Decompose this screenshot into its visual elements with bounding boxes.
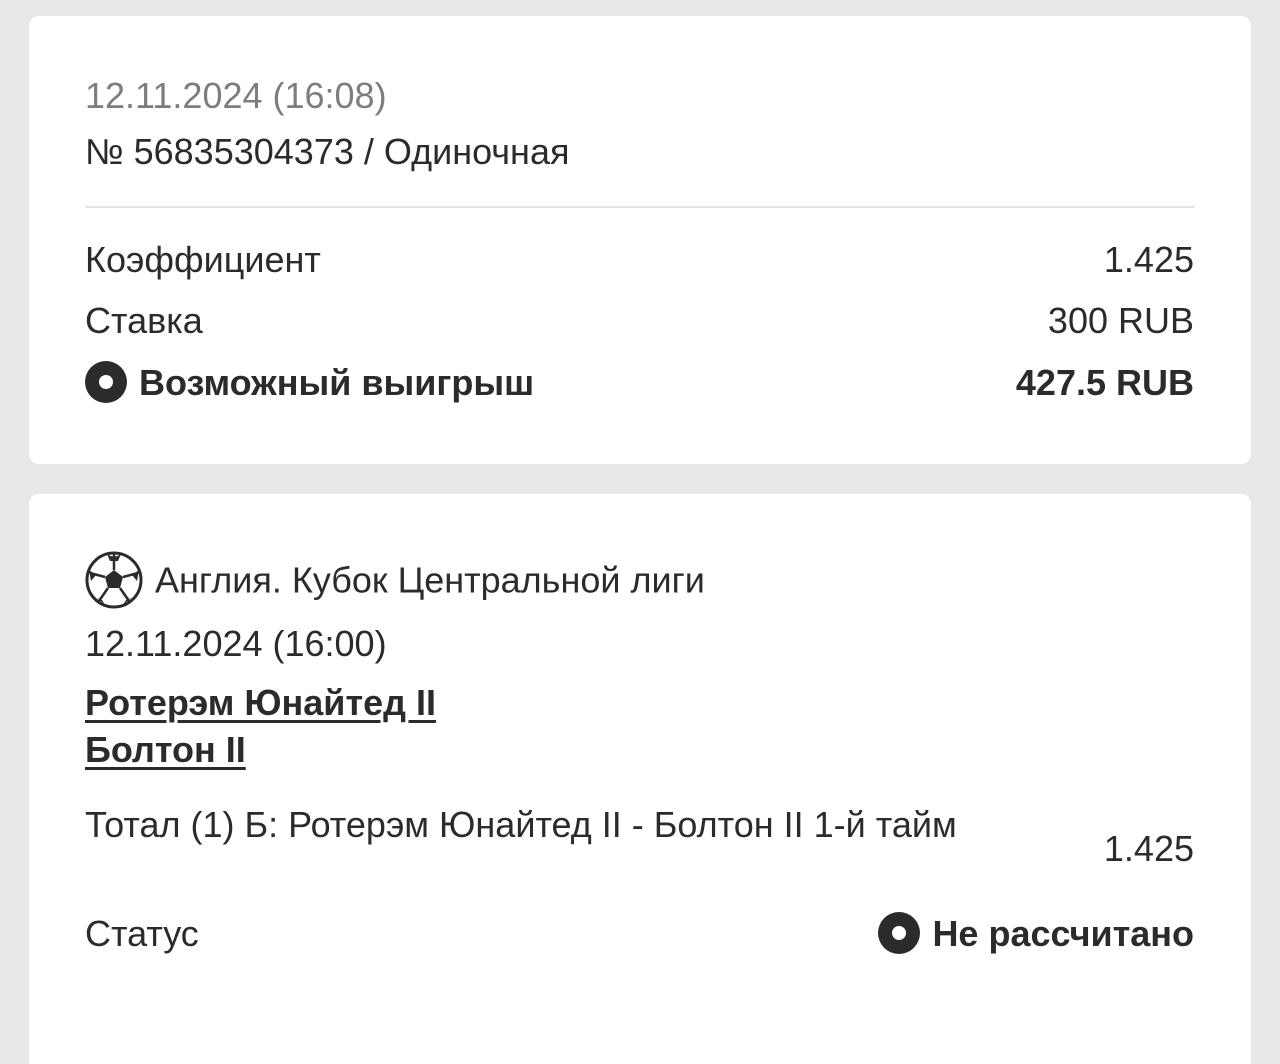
coefficient-label: Коэффициент <box>85 239 321 280</box>
event-card: Англия. Кубок Центральной лиги 12.11.202… <box>29 494 1251 1064</box>
status-dot-icon <box>878 912 921 955</box>
divider <box>85 206 1195 208</box>
status-label: Статус <box>85 913 199 954</box>
stake-value: 300 RUB <box>1047 300 1194 341</box>
coefficient-value: 1.425 <box>1103 239 1194 280</box>
league-name: Англия. Кубок Центральной лиги <box>155 559 705 601</box>
team2-link[interactable]: Болтон II <box>85 727 246 773</box>
status-row: Не рассчитано <box>878 912 1194 957</box>
bet-number: № 56835304373 / Одиночная <box>85 131 570 172</box>
possible-win-value: 427.5 RUB <box>1015 362 1194 403</box>
stake-label: Ставка <box>85 300 203 341</box>
team1-link[interactable]: Ротерэм Юнайтед II <box>85 680 436 726</box>
status-dot-icon <box>85 361 127 404</box>
event-datetime: 12.11.2024 (16:00) <box>85 623 387 664</box>
league-row: Англия. Кубок Центральной лиги <box>85 551 705 612</box>
market-coefficient: 1.425 <box>1103 828 1194 869</box>
possible-win-label: Возможный выигрыш <box>139 362 535 403</box>
market-description: Тотал (1) Б: Ротерэм Юнайтед II - Болтон… <box>85 804 957 845</box>
bet-datetime: 12.11.2024 (16:08) <box>85 75 387 116</box>
possible-win-row: Возможный выигрыш <box>85 361 534 406</box>
status-value: Не рассчитано <box>932 913 1194 954</box>
soccer-ball-icon <box>85 551 143 609</box>
bet-summary-card: 12.11.2024 (16:08) № 56835304373 / Одино… <box>29 16 1251 464</box>
